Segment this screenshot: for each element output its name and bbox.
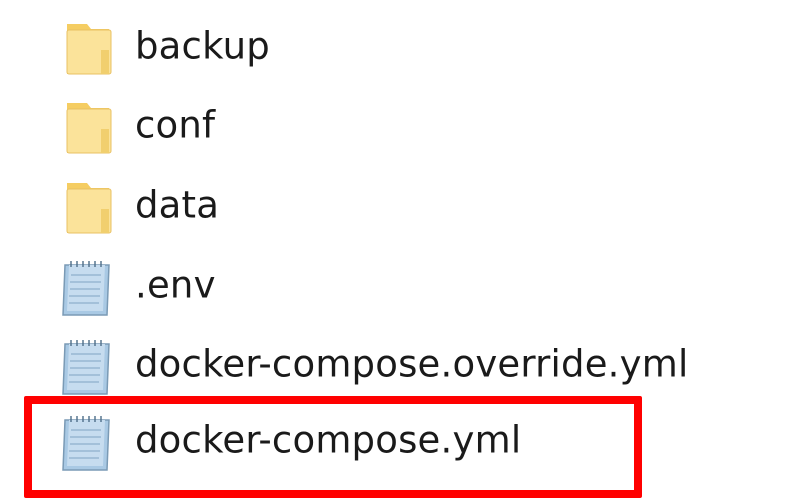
list-item-backup[interactable]: backup [55, 12, 755, 82]
item-label: docker-compose.yml [135, 418, 522, 462]
text-document-icon [55, 330, 125, 400]
list-item-conf[interactable]: conf [55, 91, 755, 161]
item-label: conf [135, 103, 216, 147]
item-label: data [135, 183, 220, 227]
item-label: .env [135, 263, 216, 307]
text-document-icon [55, 251, 125, 321]
item-label: backup [135, 24, 270, 68]
list-item-docker-compose[interactable]: docker-compose.yml [55, 406, 755, 476]
list-item-env[interactable]: .env [55, 251, 755, 321]
list-item-data[interactable]: data [55, 171, 755, 241]
list-item-docker-compose-override[interactable]: docker-compose.override.yml [55, 330, 755, 400]
item-label: docker-compose.override.yml [135, 342, 689, 386]
folder-icon [55, 12, 125, 82]
folder-icon [55, 91, 125, 161]
text-document-icon [55, 406, 125, 476]
file-list: backup conf data .env docker-compose.ove… [0, 0, 789, 501]
folder-icon [55, 171, 125, 241]
